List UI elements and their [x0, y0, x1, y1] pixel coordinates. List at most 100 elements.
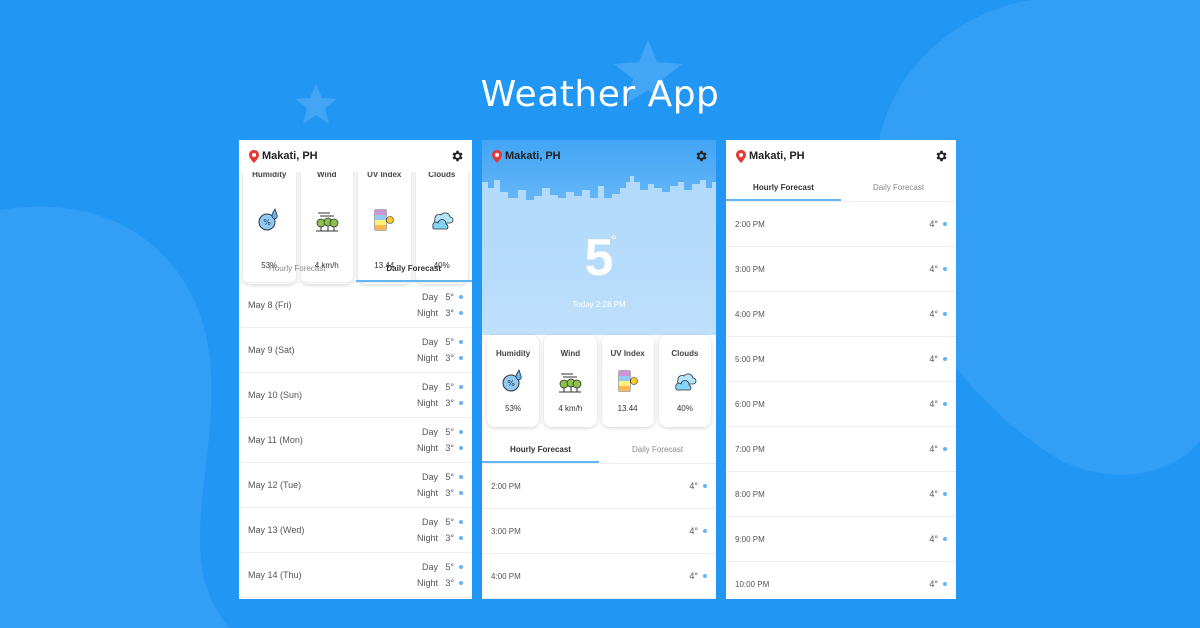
clouds-card: Clouds 40% [658, 335, 711, 427]
settings-gear-icon[interactable] [934, 149, 948, 163]
uv-index-card: UV Index 13.44 [601, 335, 654, 427]
list-item: May 11 (Mon) Day 5° Night 3° [239, 418, 472, 463]
dot-icon [459, 430, 463, 434]
card-label: Clouds [671, 349, 699, 358]
forecast-time: 9:00 PM [735, 534, 765, 544]
humidity-icon: % [258, 208, 278, 231]
day-label: Day [421, 472, 438, 482]
location-label: Makati, PH [505, 150, 561, 162]
card-label: Humidity [496, 349, 531, 358]
card-value: 13.44 [617, 404, 638, 413]
location-label: Makati, PH [749, 150, 805, 162]
day-temp: 5° [445, 292, 454, 302]
forecast-tabs: Hourly Forecast Daily Forecast [239, 255, 472, 283]
day-label: Day [421, 382, 438, 392]
night-temp: 3° [445, 488, 454, 498]
forecast-time: 10:00 PM [735, 579, 770, 589]
day-temp: 5° [445, 562, 454, 572]
dot-icon [459, 565, 463, 569]
dot-icon [943, 447, 947, 451]
forecast-temp: 4° [929, 309, 938, 319]
forecast-temp: 4° [929, 219, 938, 229]
forecast-tabs: Hourly Forecast Daily Forecast [726, 174, 956, 202]
dot-icon [459, 491, 463, 495]
forecast-time: 6:00 PM [735, 399, 765, 409]
dot-icon [459, 295, 463, 299]
day-temp: 5° [445, 517, 454, 527]
forecast-time: 3:00 PM [735, 264, 765, 274]
forecast-temp: 4° [689, 526, 698, 536]
degree-symbol: ° [611, 232, 617, 248]
day-temp: 5° [445, 472, 454, 482]
list-item: 3:00 PM 4° [482, 509, 716, 554]
night-label: Night [416, 488, 438, 498]
uv-index-icon [618, 370, 638, 392]
forecast-date: May 8 (Fri) [248, 300, 292, 310]
day-label: Day [421, 517, 438, 527]
night-temp: 3° [445, 353, 454, 363]
location-label: Makati, PH [262, 150, 318, 162]
dot-icon [943, 402, 947, 406]
dot-icon [459, 581, 463, 585]
card-label: Wind [560, 349, 581, 358]
forecast-temp: 4° [929, 354, 938, 364]
settings-gear-icon[interactable] [450, 149, 464, 163]
list-item: 3:00 PM 4° [726, 247, 956, 292]
dot-icon [459, 536, 463, 540]
day-label: Day [421, 562, 438, 572]
dot-icon [943, 357, 947, 361]
forecast-temp: 4° [689, 481, 698, 491]
night-temp: 3° [445, 443, 454, 453]
forecast-date: May 10 (Sun) [248, 390, 303, 400]
tab-hourly-forecast[interactable]: Hourly Forecast [726, 174, 841, 201]
wind-icon [559, 373, 582, 393]
dot-icon [943, 222, 947, 226]
svg-text:%: % [507, 379, 515, 388]
phone-current-weather: 5 ° Today 2:28 PM Makati, PH Humidity % … [482, 140, 716, 599]
forecast-time: 2:00 PM [491, 481, 521, 491]
current-date: Today 2:28 PM [572, 300, 626, 309]
top-bar: Makati, PH [239, 140, 472, 172]
tab-daily-forecast[interactable]: Daily Forecast [355, 255, 472, 282]
dot-icon [459, 475, 463, 479]
day-label: Day [421, 292, 438, 302]
humidity-card: Humidity % 53% [487, 335, 540, 427]
day-temp: 5° [445, 382, 454, 392]
forecast-time: 4:00 PM [735, 309, 765, 319]
tab-daily-forecast[interactable]: Daily Forecast [841, 174, 956, 201]
tab-hourly-forecast[interactable]: Hourly Forecast [482, 436, 599, 463]
settings-gear-icon[interactable] [694, 149, 708, 163]
wind-card: Wind 4 km/h [544, 335, 597, 427]
forecast-date: May 9 (Sat) [248, 345, 295, 355]
forecast-temp: 4° [929, 489, 938, 499]
night-label: Night [416, 353, 438, 363]
day-label: Day [421, 337, 438, 347]
phone-hourly-forecast: Makati, PH Hourly Forecast Daily Forecas… [726, 140, 956, 599]
wind-icon [315, 212, 339, 232]
card-value: 53% [505, 404, 522, 413]
day-temp: 5° [445, 337, 454, 347]
forecast-date: May 13 (Wed) [248, 525, 305, 535]
humidity-icon: % [502, 369, 522, 392]
forecast-time: 2:00 PM [735, 219, 765, 229]
dot-icon [459, 340, 463, 344]
tab-daily-forecast[interactable]: Daily Forecast [599, 436, 716, 463]
day-label: Day [421, 427, 438, 437]
dot-icon [703, 574, 707, 578]
list-item: 9:00 PM 4° [726, 517, 956, 562]
list-item: May 13 (Wed) Day 5° Night 3° [239, 508, 472, 553]
list-item: 4:00 PM 4° [726, 292, 956, 337]
uv-index-icon [374, 209, 395, 231]
dot-icon [459, 520, 463, 524]
dot-icon [459, 401, 463, 405]
night-temp: 3° [445, 578, 454, 588]
list-item: May 12 (Tue) Day 5° Night 3° [239, 463, 472, 508]
list-item: 5:00 PM 4° [726, 337, 956, 382]
dot-icon [703, 484, 707, 488]
tab-hourly-forecast[interactable]: Hourly Forecast [239, 255, 356, 282]
card-value: 4 km/h [558, 404, 583, 413]
list-item: May 10 (Sun) Day 5° Night 3° [239, 373, 472, 418]
clouds-icon [432, 212, 454, 230]
forecast-tabs: Hourly Forecast Daily Forecast [482, 436, 716, 464]
list-item: 4:00 PM 4° [482, 554, 716, 599]
